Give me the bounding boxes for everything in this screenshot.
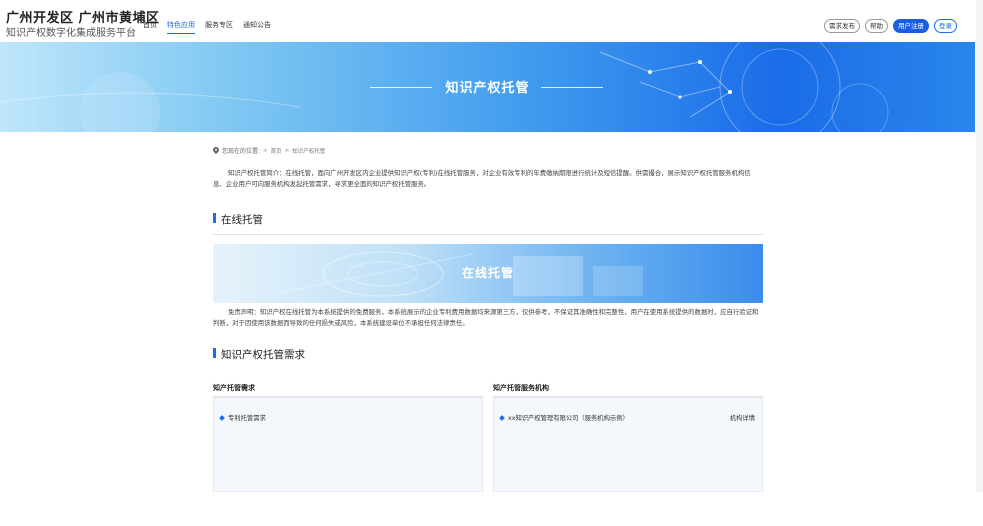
- page-banner: 知识产权托管: [0, 42, 975, 132]
- online-hosting-banner-text: 在线托管: [461, 266, 514, 280]
- nav-announcements[interactable]: 通知公告: [243, 20, 271, 34]
- intro-text: 知识产权托管简介：在线托管，面向广州开发区内企业提供知识产权(专利)在线托管服务…: [213, 169, 751, 188]
- agency-column-title: 知产托管服务机构: [493, 384, 549, 392]
- agency-name: xx知识产权管理有限公司（服务机构示例）: [508, 415, 629, 422]
- agency-list-item[interactable]: xx知识产权管理有限公司（服务机构示例）: [499, 413, 629, 422]
- diamond-bullet-icon: [499, 414, 505, 421]
- demand-list-item[interactable]: 专利托管需求: [219, 413, 266, 422]
- brand[interactable]: 广州开发区 广州市黄埔区 知识产权数字化集成服务平台: [6, 11, 160, 40]
- disclaimer-text: 免责声明：知识产权在线托管为本系统提供的免费服务，本系统展示的企业专利费用数据均…: [213, 308, 759, 327]
- brand-title: 广州开发区 广州市黄埔区: [6, 11, 160, 26]
- breadcrumb: 您现在的位置: > 首页 > 知识产权托管: [213, 146, 325, 155]
- nav-service-zone[interactable]: 服务专区: [205, 20, 233, 34]
- demand-column-title: 知产托管需求: [213, 384, 255, 392]
- online-hosting-banner[interactable]: 在线托管: [213, 244, 763, 303]
- banner-title: 知识产权托管: [445, 81, 530, 96]
- page-scrollbar[interactable]: [976, 0, 983, 492]
- diamond-bullet-icon: [219, 414, 225, 421]
- banner-line-right: [541, 87, 603, 88]
- demand-item-label: 专利托管需求: [228, 415, 266, 422]
- main-nav: 首页 特色应用 服务专区 通知公告: [143, 20, 281, 34]
- help-button[interactable]: 帮助: [865, 19, 888, 33]
- nav-featured-apps[interactable]: 特色应用: [167, 20, 195, 34]
- agency-panel: xx知识产权管理有限公司（服务机构示例） 机构详情: [493, 397, 763, 492]
- section-divider: [213, 234, 763, 235]
- breadcrumb-separator: >: [284, 147, 290, 154]
- location-pin-icon: [213, 147, 219, 154]
- breadcrumb-current: 知识产权托管: [292, 148, 326, 155]
- breadcrumb-separator: >: [263, 147, 268, 154]
- breadcrumb-home[interactable]: 首页: [271, 147, 282, 155]
- agency-detail-link[interactable]: 机构详情: [730, 413, 755, 422]
- section-title-demand: 知识产权托管需求: [213, 347, 305, 362]
- demand-panel: 专利托管需求: [213, 397, 483, 492]
- breadcrumb-location-label: 您现在的位置:: [222, 148, 261, 155]
- nav-home[interactable]: 首页: [143, 20, 157, 34]
- brand-subtitle: 知识产权数字化集成服务平台: [6, 28, 136, 39]
- register-button[interactable]: 用户注册: [893, 19, 929, 33]
- site-header: 广州开发区 广州市黄埔区 知识产权数字化集成服务平台 首页 特色应用 服务专区 …: [0, 0, 975, 42]
- demand-publish-button[interactable]: 需求发布: [824, 19, 860, 33]
- header-actions: 需求发布 帮助 用户注册 登录: [824, 19, 957, 33]
- login-button[interactable]: 登录: [934, 19, 957, 33]
- section-title-online: 在线托管: [213, 212, 263, 227]
